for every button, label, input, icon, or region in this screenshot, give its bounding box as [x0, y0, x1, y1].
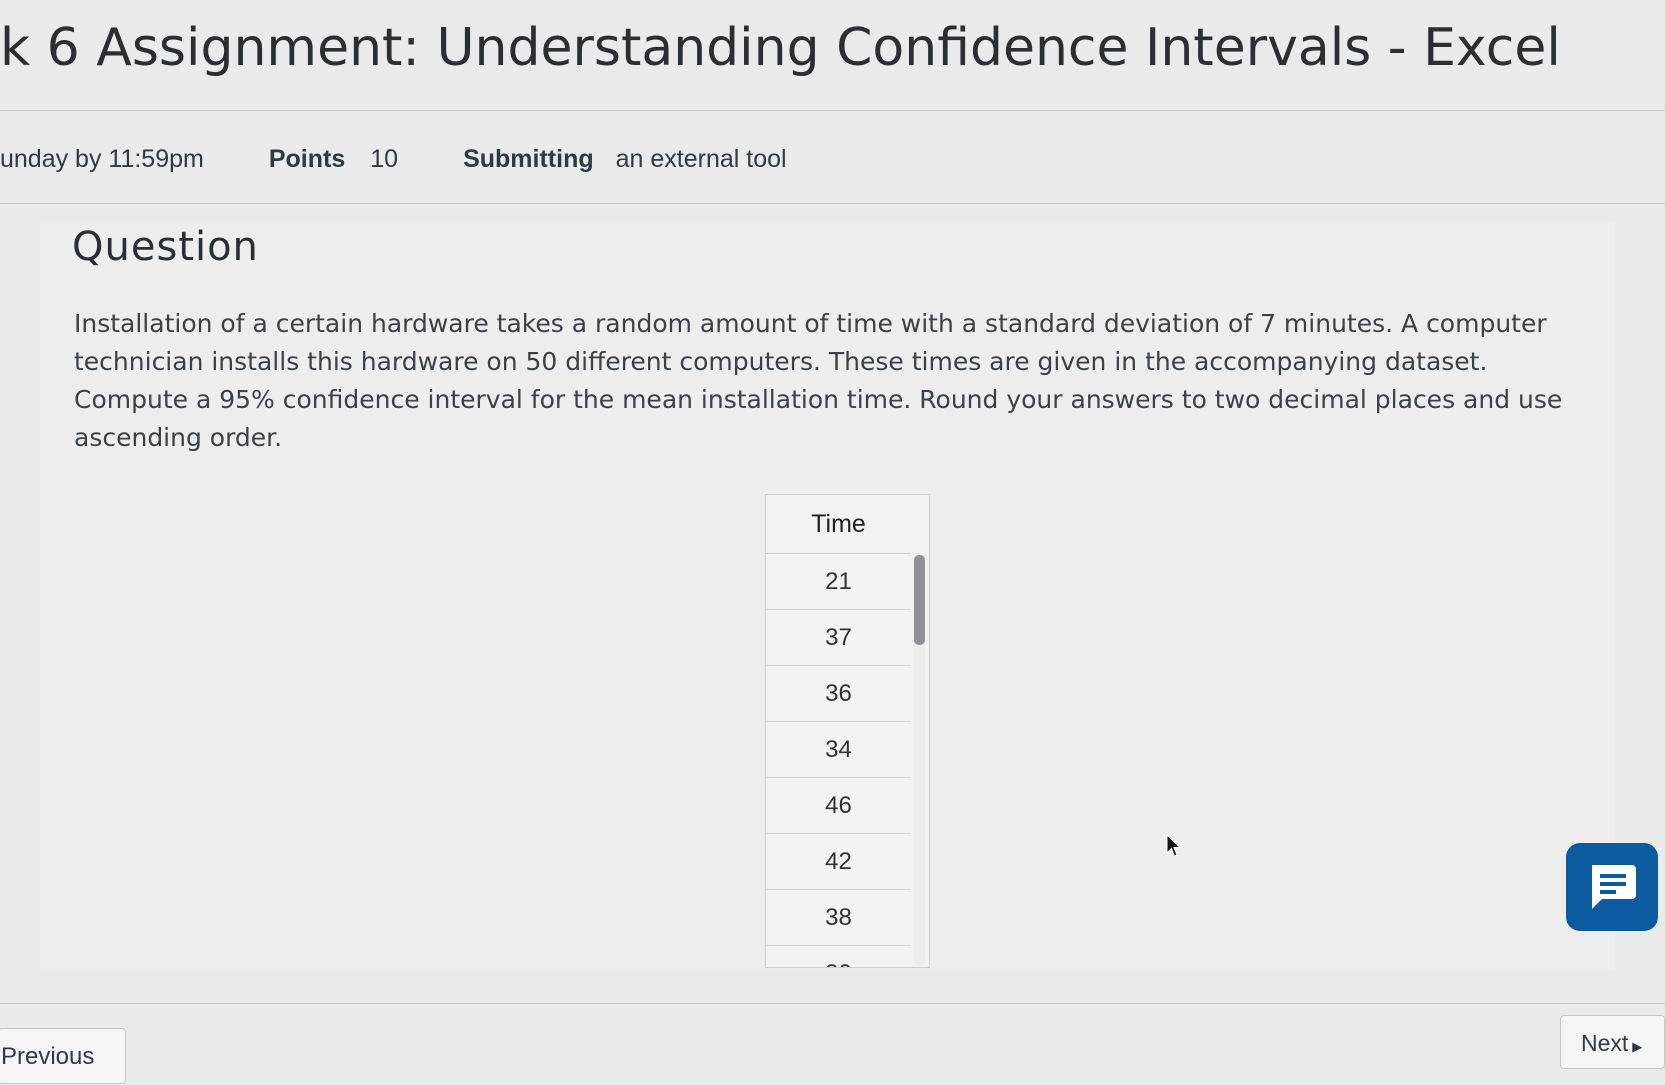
- question-text: Installation of a certain hardware takes…: [74, 309, 1563, 452]
- table-row: 30: [766, 946, 911, 967]
- data-table: Time 21 37 36 34 46 42 38 30: [765, 494, 930, 968]
- points-label: Points: [268, 145, 346, 173]
- table-row: 21: [766, 554, 911, 610]
- points-value: 10: [370, 145, 399, 173]
- submitting-label: Submitting: [463, 145, 594, 173]
- table-row: 38: [766, 890, 911, 946]
- cursor-arrow-icon: [1166, 833, 1182, 863]
- scrollbar-thumb[interactable]: [914, 555, 925, 645]
- chat-button[interactable]: [1566, 843, 1658, 931]
- submitting-value: an external tool: [615, 145, 787, 173]
- triangle-right-icon: ▶: [1632, 1039, 1643, 1054]
- divider: [0, 1003, 1665, 1004]
- previous-button[interactable]: Previous: [0, 1028, 126, 1084]
- next-label: Next: [1581, 1030, 1629, 1056]
- table-row: 37: [766, 610, 911, 666]
- next-button[interactable]: Next ▶: [1560, 1015, 1665, 1069]
- page-title: k 6 Assignment: Understanding Confidence…: [0, 18, 1561, 78]
- table-row: 46: [766, 778, 911, 834]
- table-row: 42: [766, 834, 911, 890]
- due-date: unday by 11:59pm: [0, 145, 204, 173]
- divider: [0, 110, 1665, 111]
- question-heading: Question: [72, 224, 259, 270]
- table-row: 34: [766, 722, 911, 778]
- table-scrollbar[interactable]: [914, 555, 925, 965]
- divider: [0, 203, 1665, 204]
- table-header: Time: [766, 495, 911, 554]
- assignment-meta: unday by 11:59pm Points 10 Submitting an…: [0, 145, 787, 174]
- table-row: 36: [766, 666, 911, 722]
